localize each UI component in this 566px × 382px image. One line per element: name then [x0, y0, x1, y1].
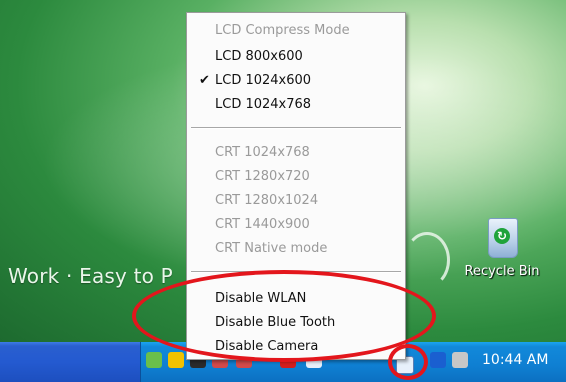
- menu-item-label: CRT 1024x768: [215, 145, 310, 160]
- shield-icon[interactable]: [168, 352, 184, 368]
- menu-item-label: LCD 800x600: [215, 49, 303, 64]
- menu-item-label: LCD Compress Mode: [215, 23, 350, 38]
- network-icon[interactable]: [146, 352, 162, 368]
- menu-item-crt-native-mode: CRT Native mode: [187, 237, 405, 261]
- menu-item-lcd-800x600[interactable]: LCD 800x600: [187, 45, 405, 69]
- menu-item-crt-1024x768: CRT 1024x768: [187, 141, 405, 165]
- recycle-bin[interactable]: ↻ Recycle Bin: [452, 214, 552, 279]
- checkmark-icon: ✔: [199, 73, 210, 88]
- taskbar-clock[interactable]: 10:44 AM: [482, 352, 548, 368]
- bluetooth-icon[interactable]: [430, 352, 446, 368]
- highlight-circle: [388, 344, 428, 380]
- recycle-bin-icon: ↻: [484, 214, 520, 258]
- highlight-ellipse: [132, 270, 436, 362]
- menu-item-lcd-1024x600[interactable]: ✔ LCD 1024x600: [187, 69, 405, 93]
- menu-item-label: CRT 1440x900: [215, 217, 310, 232]
- menu-item-crt-1280x720: CRT 1280x720: [187, 165, 405, 189]
- menu-item-crt-1280x1024: CRT 1280x1024: [187, 189, 405, 213]
- menu-item-label: LCD 1024x600: [215, 73, 312, 88]
- menu-item-label: LCD 1024x768: [215, 97, 312, 112]
- menu-item-crt-1440x900: CRT 1440x900: [187, 213, 405, 237]
- menu-separator: [191, 127, 401, 129]
- recycle-bin-label: Recycle Bin: [464, 264, 540, 279]
- menu-item-lcd-compress-mode: LCD Compress Mode: [187, 19, 405, 43]
- menu-item-lcd-1024x768[interactable]: LCD 1024x768: [187, 93, 405, 117]
- menu-item-label: CRT Native mode: [215, 241, 328, 256]
- display-icon[interactable]: [452, 352, 468, 368]
- menu-item-label: CRT 1280x1024: [215, 193, 319, 208]
- desktop-wallpaper-text: Work · Easy to P: [8, 264, 173, 288]
- menu-item-label: CRT 1280x720: [215, 169, 310, 184]
- wallpaper-swirl: [404, 232, 450, 288]
